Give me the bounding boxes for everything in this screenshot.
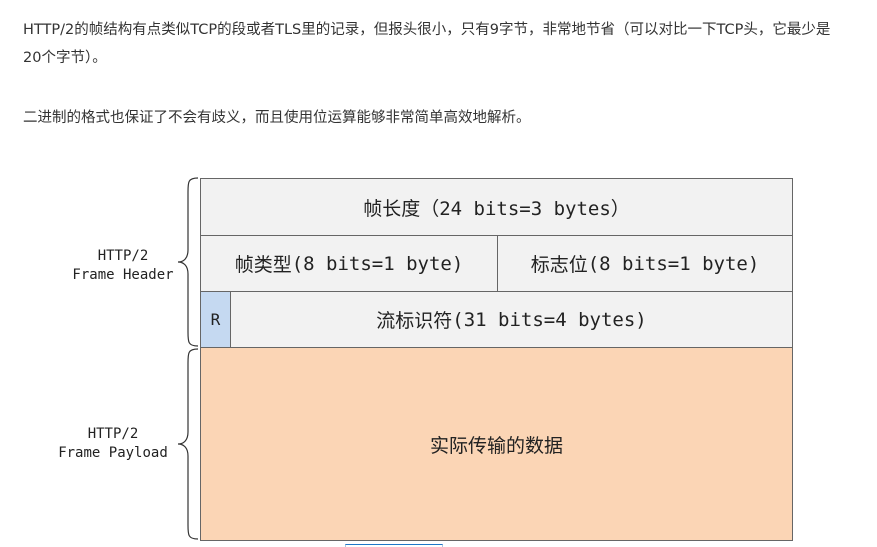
flags-field-size: (8 bits=1 byte) <box>587 252 760 275</box>
type-field-name: 帧类型 <box>234 254 292 276</box>
header-brace-icon <box>177 177 199 347</box>
length-field-name: 帧长度 <box>363 197 421 220</box>
payload-field: 实际传输的数据 <box>200 347 793 541</box>
reserved-bit-field: R <box>200 291 231 348</box>
length-field: 帧长度 （24 bits=3 bytes） <box>200 178 793 236</box>
payload-field-name: 实际传输的数据 <box>429 434 563 457</box>
flags-field: 标志位 (8 bits=1 byte) <box>497 235 793 292</box>
length-field-size: （24 bits=3 bytes） <box>420 197 630 220</box>
http2-frame-diagram: HTTP/2 Frame Header HTTP/2 Frame Payload… <box>0 170 877 547</box>
frame-payload-label: HTTP/2 Frame Payload <box>38 425 188 463</box>
binary-format-paragraph: 二进制的格式也保证了不会有歧义，而且使用位运算能够非常简单高效地解析。 <box>23 110 531 126</box>
stream-id-field-name: 流标识符 <box>376 310 453 332</box>
type-field-size: (8 bits=1 byte) <box>291 252 464 275</box>
stream-id-field-size: (31 bits=4 bytes) <box>452 308 647 331</box>
flags-field-name: 标志位 <box>530 254 588 276</box>
intro-paragraph: HTTP/2的帧结构有点类似TCP的段或者TLS里的记录，但报头很小，只有9字节… <box>23 22 831 66</box>
reserved-bit-label: R <box>210 310 221 329</box>
payload-brace-icon <box>177 348 199 540</box>
frame-payload-label-line2: Frame Payload <box>58 445 168 461</box>
stream-id-field: 流标识符 (31 bits=4 bytes) <box>230 291 793 348</box>
type-field: 帧类型 (8 bits=1 byte) <box>200 235 498 292</box>
frame-payload-label-line1: HTTP/2 <box>87 426 139 442</box>
